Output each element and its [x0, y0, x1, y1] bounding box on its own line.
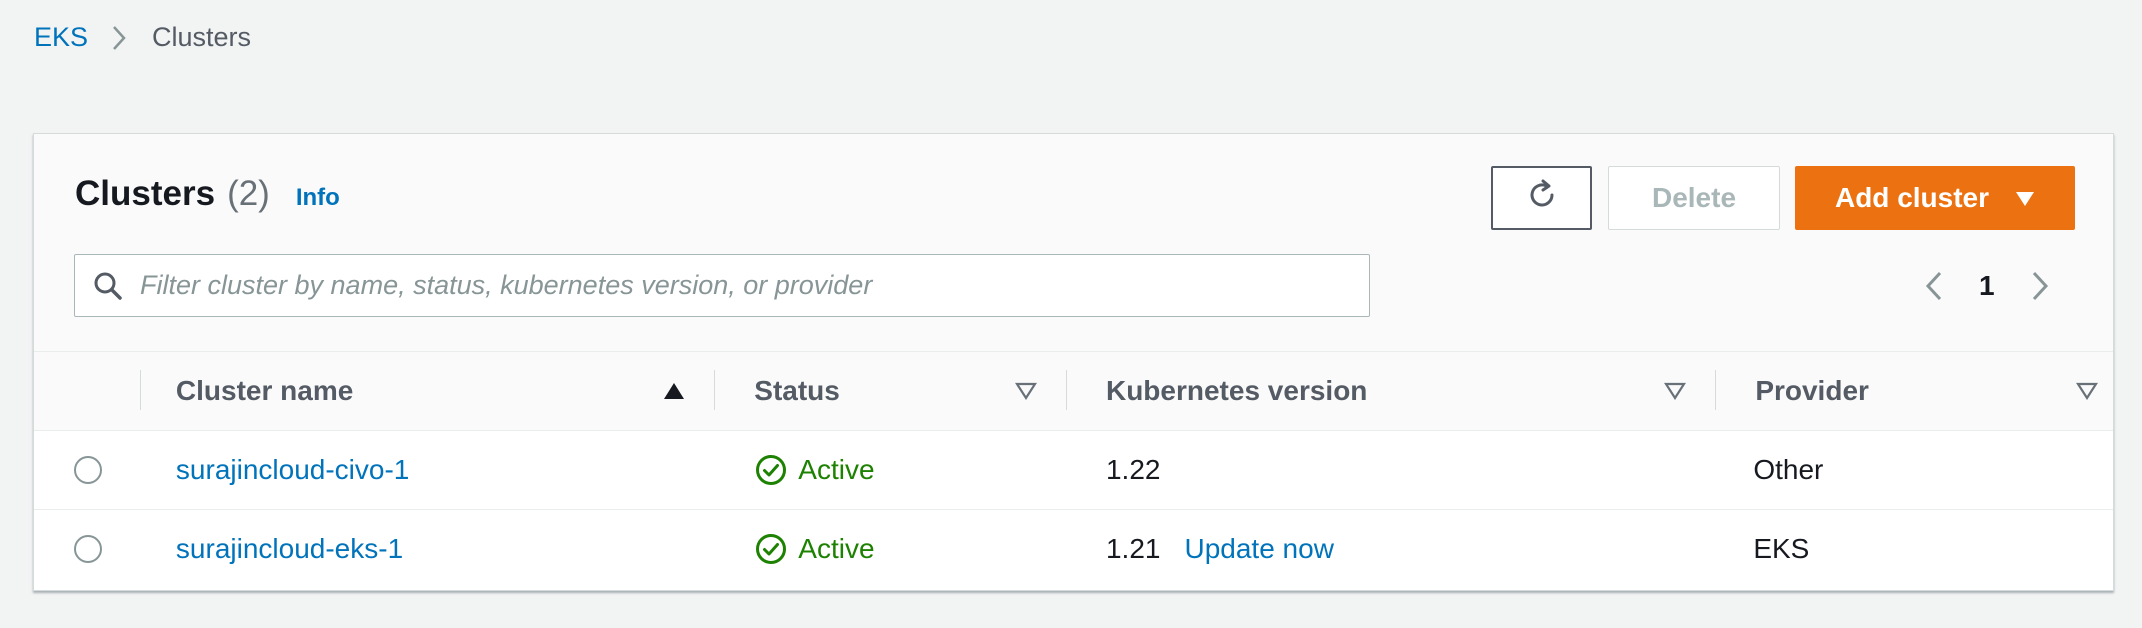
column-header-provider[interactable]: Provider	[1715, 352, 2113, 431]
pagination: 1	[1923, 262, 2051, 310]
breadcrumb-current: Clusters	[152, 22, 252, 52]
table-header-row: Cluster name Status Kubernetes version P…	[34, 352, 2113, 431]
column-divider	[139, 370, 141, 410]
provider-cell: Other	[1715, 430, 2113, 510]
status-badge: Active	[754, 453, 1066, 487]
breadcrumb: EKS Clusters	[34, 22, 251, 53]
column-header-status[interactable]: Status	[714, 352, 1066, 431]
cluster-name-cell: surajincloud-eks-1	[140, 509, 714, 588]
status-cell: Active	[714, 509, 1066, 588]
column-header-cluster-name[interactable]: Cluster name	[139, 352, 715, 431]
column-divider	[1715, 370, 1717, 410]
status-cell: Active	[714, 430, 1066, 510]
breadcrumb-eks-link[interactable]: EKS	[34, 22, 88, 53]
status-label: Active	[798, 453, 875, 485]
refresh-button[interactable]	[1491, 166, 1592, 230]
caret-down-icon	[2015, 182, 2035, 214]
cluster-name-cell: surajincloud-civo-1	[139, 430, 715, 510]
provider-value: Other	[1753, 453, 1824, 485]
cluster-name-link[interactable]: surajincloud-civo-1	[176, 454, 409, 485]
row-select-radio[interactable]	[74, 534, 102, 563]
check-circle-icon	[754, 532, 788, 566]
cluster-name-link[interactable]: surajincloud-eks-1	[176, 533, 403, 564]
provider-cell: EKS	[1715, 509, 2113, 588]
add-cluster-label: Add cluster	[1834, 182, 1990, 213]
info-link[interactable]: Info	[296, 184, 340, 212]
sort-icon[interactable]	[2075, 379, 2099, 403]
update-now-link[interactable]: Update now	[1184, 533, 1333, 565]
refresh-icon	[1524, 177, 1560, 220]
sort-icon[interactable]	[1663, 379, 1687, 403]
chevron-right-icon	[110, 23, 130, 53]
panel-header: Clusters (2) Info Delete Add cluster Fil…	[34, 134, 2113, 352]
status-label: Active	[798, 532, 875, 564]
delete-button-label: Delete	[1651, 182, 1737, 213]
delete-button[interactable]: Delete	[1608, 166, 1780, 230]
select-cell	[34, 509, 140, 588]
sort-ascending-icon[interactable]	[662, 379, 686, 403]
clusters-table: Cluster name Status Kubernetes version P…	[34, 352, 2113, 588]
status-badge: Active	[754, 532, 1066, 566]
column-header-label: Cluster name	[175, 374, 354, 406]
version-cell: 1.21 Update now	[1066, 509, 1715, 588]
version-value: 1.21	[1105, 532, 1161, 564]
add-cluster-button[interactable]: Add cluster	[1795, 166, 2075, 230]
current-page[interactable]: 1	[1979, 270, 1995, 302]
next-page-icon[interactable]	[2029, 268, 2051, 304]
version-cell: 1.22	[1065, 430, 1716, 510]
cluster-count: (2)	[227, 174, 270, 213]
search-input[interactable]	[140, 270, 1369, 301]
page-title: Clusters	[75, 174, 216, 213]
select-cell	[34, 430, 140, 510]
row-select-radio[interactable]	[74, 455, 102, 484]
search-box	[74, 254, 1370, 317]
panel-title-row: Clusters (2) Info	[75, 174, 340, 214]
provider-value: EKS	[1753, 532, 1810, 564]
clusters-panel: Clusters (2) Info Delete Add cluster Fil…	[33, 133, 2114, 591]
column-divider	[1065, 370, 1067, 410]
check-circle-icon	[754, 453, 788, 487]
table-row[interactable]: surajincloud-eks-1 Active 1.21 Update no…	[34, 509, 2113, 588]
sort-icon[interactable]	[1014, 379, 1038, 403]
column-header-label: Kubernetes version	[1105, 374, 1368, 406]
column-divider	[714, 370, 716, 410]
column-header-label: Provider	[1755, 374, 1869, 406]
table-row[interactable]: surajincloud-civo-1 Active 1.22 Other	[34, 430, 2113, 510]
search-icon	[88, 266, 128, 306]
version-value: 1.22	[1105, 453, 1161, 485]
column-header-label: Status	[754, 374, 840, 406]
previous-page-icon[interactable]	[1923, 268, 1945, 304]
column-header-kubernetes-version[interactable]: Kubernetes version	[1065, 352, 1716, 431]
select-column-header	[34, 352, 140, 431]
